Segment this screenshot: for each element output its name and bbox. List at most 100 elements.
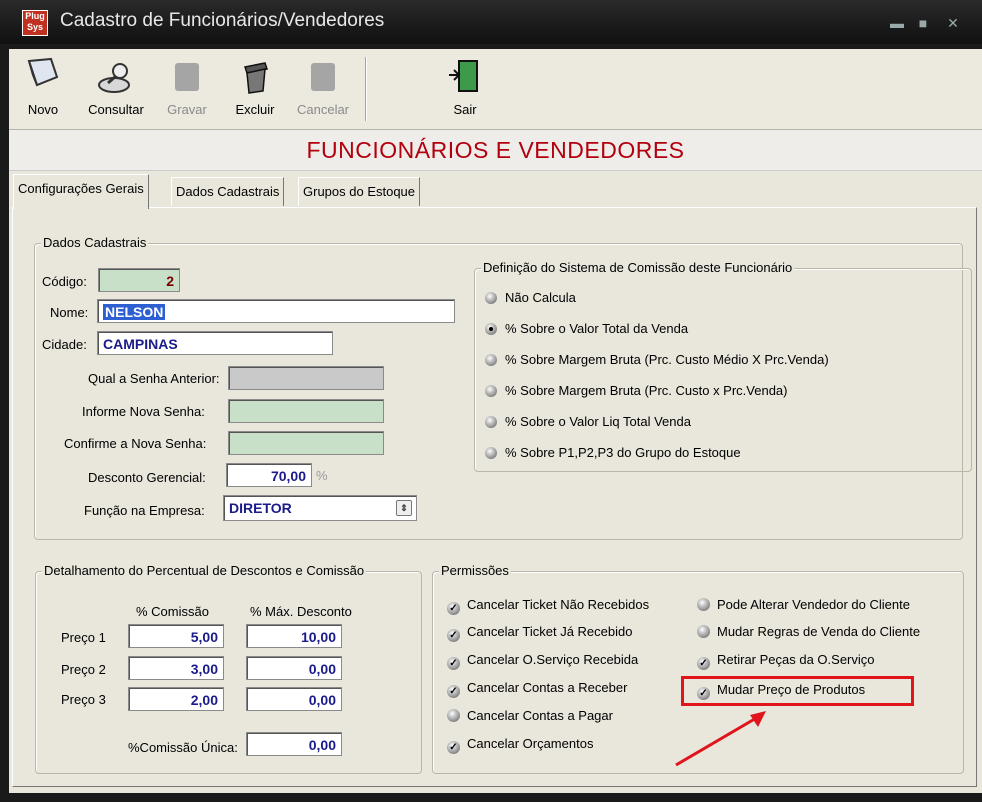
radio-icon — [485, 447, 497, 459]
unchecked-icon — [697, 598, 710, 611]
perm-label: Cancelar Ticket Não Recebidos — [467, 597, 650, 612]
cancel-icon — [311, 63, 335, 91]
desconto-gerencial-label: Desconto Gerencial: — [88, 470, 206, 485]
perm-mudar-regras-venda[interactable]: Mudar Regras de Venda do Cliente — [697, 624, 920, 639]
funcao-label: Função na Empresa: — [84, 503, 205, 518]
preco-1-comissao-field[interactable]: 5,00 — [128, 624, 224, 648]
perm-cancelar-ticket-recebido[interactable]: ✓ Cancelar Ticket Já Recebido — [447, 624, 632, 642]
nome-label: Nome: — [50, 305, 89, 320]
radio-label: % Sobre o Valor Liq Total Venda — [505, 414, 691, 429]
app-logo-icon: Plug Sys — [22, 10, 48, 36]
radio-valor-total[interactable]: % Sobre o Valor Total da Venda — [485, 321, 688, 336]
novo-button[interactable]: Novo — [23, 55, 63, 117]
radio-valor-liq[interactable]: % Sobre o Valor Liq Total Venda — [485, 414, 691, 429]
gravar-button[interactable]: Gravar — [165, 55, 209, 117]
perm-label: Cancelar Contas a Receber — [467, 680, 628, 695]
radio-icon — [485, 416, 497, 428]
senha-anterior-field[interactable] — [228, 366, 384, 390]
radio-p1p2p3[interactable]: % Sobre P1,P2,P3 do Grupo do Estoque — [485, 445, 741, 460]
perm-label: Pode Alterar Vendedor do Cliente — [717, 597, 910, 612]
radio-label: Não Calcula — [505, 290, 576, 305]
perm-cancelar-contas-pagar[interactable]: Cancelar Contas a Pagar — [447, 708, 613, 723]
preco-2-comissao-field[interactable]: 3,00 — [128, 656, 224, 680]
comissao-unica-field[interactable]: 0,00 — [246, 732, 342, 756]
trash-icon — [244, 62, 268, 94]
perm-alterar-vendedor[interactable]: Pode Alterar Vendedor do Cliente — [697, 597, 910, 612]
consultar-button[interactable]: Consultar — [83, 55, 149, 117]
save-icon — [175, 63, 199, 91]
percent-unit: % — [316, 468, 328, 483]
preco-3-desconto-field[interactable]: 0,00 — [246, 687, 342, 711]
preco-3-comissao-field[interactable]: 2,00 — [128, 687, 224, 711]
nova-senha-label: Informe Nova Senha: — [82, 404, 205, 419]
radio-icon — [485, 385, 497, 397]
cancelar-button[interactable]: Cancelar — [295, 55, 351, 117]
maximize-icon[interactable]: ■ — [914, 16, 932, 30]
preco-2-desconto-field[interactable]: 0,00 — [246, 656, 342, 680]
preco-1-desconto-field[interactable]: 10,00 — [246, 624, 342, 648]
perm-retirar-pecas[interactable]: ✓ Retirar Peças da O.Serviço — [697, 652, 875, 670]
preco-2-label: Preço 2 — [61, 662, 106, 677]
nome-value: NELSON — [103, 304, 166, 320]
desconto-gerencial-field[interactable]: 70,00 — [226, 463, 312, 487]
excluir-button[interactable]: Excluir — [233, 55, 277, 117]
col-desconto-header: % Máx. Desconto — [250, 604, 352, 619]
perm-cancelar-oservico[interactable]: ✓ Cancelar O.Serviço Recebida — [447, 652, 638, 670]
tab-configuracoes-gerais[interactable]: Configurações Gerais — [13, 174, 149, 209]
tab-dados-cadastrais[interactable]: Dados Cadastrais — [171, 177, 285, 206]
comissao-unica-label: %Comissão Única: — [128, 740, 238, 755]
perm-cancelar-orcamentos[interactable]: ✓ Cancelar Orçamentos — [447, 736, 593, 754]
unchecked-icon — [447, 709, 460, 722]
perm-label: Cancelar O.Serviço Recebida — [467, 652, 639, 667]
codigo-label: Código: — [42, 274, 87, 289]
search-icon — [98, 63, 130, 93]
col-comissao-header: % Comissão — [136, 604, 209, 619]
radio-margem-custo[interactable]: % Sobre Margem Bruta (Prc. Custo x Prc.V… — [485, 383, 788, 398]
check-icon: ✓ — [447, 741, 460, 754]
detalhamento-label: Detalhamento do Percentual de Descontos … — [42, 563, 367, 578]
funcao-value: DIRETOR — [229, 500, 292, 516]
sair-button[interactable]: Sair — [443, 55, 487, 117]
perm-label: Mudar Regras de Venda do Cliente — [717, 624, 921, 639]
radio-icon — [485, 292, 497, 304]
preco-3-label: Preço 3 — [61, 692, 106, 707]
perm-label: Cancelar Contas a Pagar — [467, 708, 613, 723]
tab-grupos-estoque[interactable]: Grupos do Estoque — [298, 177, 421, 206]
radio-selected-icon — [485, 323, 497, 335]
perm-label: Retirar Peças da O.Serviço — [717, 652, 875, 667]
check-icon: ✓ — [447, 602, 460, 615]
radio-label: % Sobre Margem Bruta (Prc. Custo Médio X… — [505, 352, 829, 367]
dropdown-arrow-icon[interactable]: ⇕ — [396, 500, 412, 516]
radio-nao-calcula[interactable]: Não Calcula — [485, 290, 576, 305]
preco-1-label: Preço 1 — [61, 630, 106, 645]
perm-label: Cancelar Orçamentos — [467, 736, 594, 751]
funcao-select[interactable]: DIRETOR ⇕ — [223, 495, 417, 521]
perm-cancelar-ticket-nao-recebidos[interactable]: ✓ Cancelar Ticket Não Recebidos — [447, 597, 649, 615]
comissao-sistema-label: Definição do Sistema de Comissão deste F… — [481, 260, 795, 275]
check-icon: ✓ — [447, 685, 460, 698]
check-icon: ✓ — [447, 657, 460, 670]
minimize-icon[interactable]: ▬ — [888, 16, 906, 30]
new-record-icon — [27, 57, 59, 87]
perm-cancelar-contas-receber[interactable]: ✓ Cancelar Contas a Receber — [447, 680, 627, 698]
window-title: Cadastro de Funcionários/Vendedores — [60, 10, 385, 31]
unchecked-icon — [697, 625, 710, 638]
perm-label: Cancelar Ticket Já Recebido — [467, 624, 633, 639]
close-icon[interactable]: ✕ — [944, 16, 962, 30]
page-title: FUNCIONÁRIOS E VENDEDORES — [9, 130, 982, 171]
nome-field[interactable]: NELSON — [97, 299, 455, 323]
codigo-field[interactable]: 2 — [98, 268, 180, 292]
annotation-arrow-icon — [675, 711, 766, 767]
radio-margem-custo-medio[interactable]: % Sobre Margem Bruta (Prc. Custo Médio X… — [485, 352, 829, 367]
radio-label: % Sobre o Valor Total da Venda — [505, 321, 689, 336]
title-bar: Plug Sys Cadastro de Funcionários/Vendedo… — [0, 0, 982, 44]
nova-senha-field[interactable] — [228, 399, 384, 423]
cidade-field[interactable]: CAMPINAS — [97, 331, 333, 355]
confirme-senha-field[interactable] — [228, 431, 384, 455]
cidade-label: Cidade: — [42, 337, 87, 352]
check-icon: ✓ — [697, 657, 710, 670]
dados-cadastrais-label: Dados Cadastrais — [41, 235, 149, 250]
radio-icon — [485, 354, 497, 366]
highlight-box — [681, 676, 914, 706]
exit-door-icon — [449, 60, 478, 92]
